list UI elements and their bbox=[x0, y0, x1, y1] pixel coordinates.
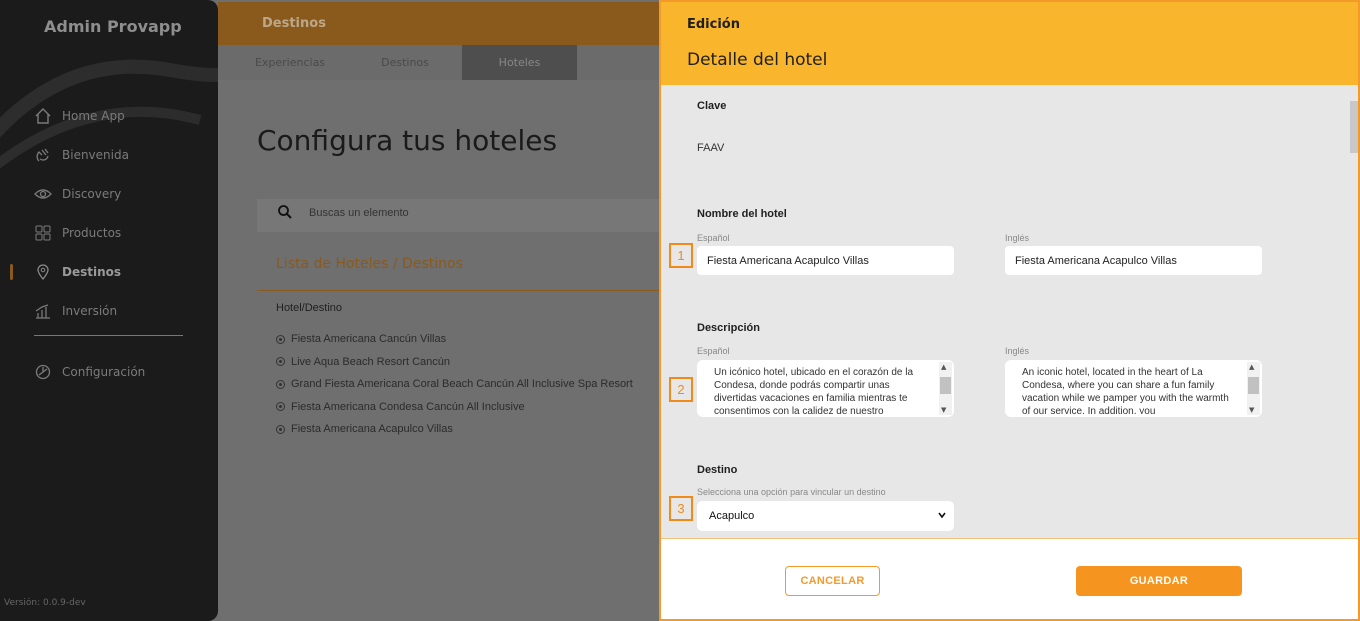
hotel-list: Fiesta Americana Cancún Villas Live Aqua… bbox=[276, 328, 633, 441]
tab-hoteles[interactable]: Hoteles bbox=[462, 45, 577, 80]
destino-selected-value: Acapulco bbox=[709, 510, 755, 522]
panel-kicker: Edición bbox=[687, 17, 740, 32]
list-item[interactable]: Fiesta Americana Condesa Cancún All Incl… bbox=[276, 396, 633, 419]
panel-form: Clave FAAV Nombre del hotel Español Ingl… bbox=[661, 85, 1358, 538]
main-content: Destinos Experiencias Destinos Hoteles C… bbox=[218, 0, 660, 621]
list-title: Lista de Hoteles / Destinos bbox=[276, 256, 463, 272]
panel-header: Edición Detalle del hotel bbox=[661, 2, 1358, 85]
panel-footer: CANCELAR GUARDAR bbox=[661, 538, 1358, 619]
hand-wave-icon bbox=[34, 146, 52, 164]
descripcion-es-textarea[interactable]: Un icónico hotel, ubicado en el corazón … bbox=[697, 360, 954, 417]
hotel-name: Live Aqua Beach Resort Cancún bbox=[291, 355, 450, 368]
annotation-badge-3: 3 bbox=[669, 496, 693, 521]
page-title: Configura tus hoteles bbox=[257, 124, 558, 157]
hotel-edit-panel: Edición Detalle del hotel Clave FAAV Nom… bbox=[659, 0, 1360, 621]
grid-icon bbox=[34, 224, 52, 242]
sidebar-item-label: Discovery bbox=[62, 186, 122, 201]
sidebar-divider bbox=[34, 335, 183, 336]
nombre-es-label: Español bbox=[697, 233, 730, 243]
main-header: Destinos bbox=[218, 2, 660, 45]
sidebar-item-label: Destinos bbox=[62, 264, 122, 279]
brand-title: Admin Provapp bbox=[44, 17, 182, 36]
textarea-scrollbar[interactable]: ▲ ▼ bbox=[1247, 362, 1260, 415]
list-item[interactable]: Grand Fiesta Americana Coral Beach Cancú… bbox=[276, 373, 633, 396]
expand-bullet-icon bbox=[276, 334, 285, 344]
destino-select[interactable]: Acapulco bbox=[697, 501, 954, 531]
sidebar-item-discovery[interactable]: Discovery bbox=[0, 174, 218, 213]
list-item[interactable]: Live Aqua Beach Resort Cancún bbox=[276, 351, 633, 374]
eye-icon bbox=[34, 185, 52, 203]
settings-icon bbox=[34, 363, 52, 381]
scroll-up-icon[interactable]: ▲ bbox=[941, 363, 946, 371]
hotel-name: Grand Fiesta Americana Coral Beach Cancú… bbox=[291, 378, 633, 391]
search-input[interactable] bbox=[309, 207, 609, 219]
version-label: Versión: 0.0.9-dev bbox=[4, 598, 86, 608]
tab-experiencias[interactable]: Experiencias bbox=[244, 45, 336, 80]
location-pin-icon bbox=[34, 263, 52, 281]
hotel-name: Fiesta Americana Condesa Cancún All Incl… bbox=[291, 400, 525, 413]
search-bar bbox=[257, 199, 660, 232]
sidebar-config-group: Configuración bbox=[0, 352, 218, 391]
clave-value: FAAV bbox=[697, 142, 725, 154]
sidebar-item-home-app[interactable]: Home App bbox=[0, 96, 218, 135]
chevron-down-icon bbox=[938, 512, 946, 519]
save-button[interactable]: GUARDAR bbox=[1076, 566, 1242, 596]
panel-scrollbar[interactable] bbox=[1350, 85, 1358, 538]
descripcion-es-label: Español bbox=[697, 346, 730, 356]
descripcion-label: Descripción bbox=[697, 322, 760, 334]
hotel-name: Fiesta Americana Acapulco Villas bbox=[291, 423, 453, 436]
sidebar-item-label: Bienvenida bbox=[62, 147, 129, 162]
sidebar-nav: Home App Bienvenida Discovery Productos … bbox=[0, 96, 218, 330]
expand-bullet-icon bbox=[276, 379, 285, 389]
sidebar-item-destinos[interactable]: Destinos bbox=[0, 252, 218, 291]
sidebar-item-productos[interactable]: Productos bbox=[0, 213, 218, 252]
destino-label: Destino bbox=[697, 464, 738, 476]
sidebar: Admin Provapp Home App Bienvenida Discov… bbox=[0, 0, 218, 621]
tab-bar: Experiencias Destinos Hoteles bbox=[218, 45, 660, 80]
home-icon bbox=[34, 107, 52, 125]
sidebar-item-configuracion[interactable]: Configuración bbox=[0, 352, 218, 391]
bar-chart-icon bbox=[34, 302, 52, 320]
hotel-name: Fiesta Americana Cancún Villas bbox=[291, 333, 447, 346]
nombre-es-input[interactable] bbox=[697, 246, 954, 275]
descripcion-en-textarea[interactable]: An iconic hotel, located in the heart of… bbox=[1005, 360, 1262, 417]
column-header: Hotel/Destino bbox=[276, 302, 343, 314]
descripcion-en-label: Inglés bbox=[1005, 346, 1030, 356]
tab-destinos[interactable]: Destinos bbox=[368, 45, 442, 80]
textarea-scrollbar[interactable]: ▲ ▼ bbox=[939, 362, 952, 415]
scroll-thumb[interactable] bbox=[940, 377, 951, 394]
main-header-title: Destinos bbox=[262, 16, 326, 31]
scroll-thumb[interactable] bbox=[1248, 377, 1259, 394]
cancel-button[interactable]: CANCELAR bbox=[785, 566, 880, 596]
sidebar-item-inversion[interactable]: Inversión bbox=[0, 291, 218, 330]
clave-label: Clave bbox=[697, 100, 727, 112]
expand-bullet-icon bbox=[276, 424, 285, 434]
annotation-badge-2: 2 bbox=[669, 377, 693, 402]
expand-bullet-icon bbox=[276, 402, 285, 412]
scroll-down-icon[interactable]: ▼ bbox=[1249, 406, 1254, 414]
list-item[interactable]: Fiesta Americana Cancún Villas bbox=[276, 328, 633, 351]
annotation-badge-1: 1 bbox=[669, 243, 693, 268]
nombre-en-label: Inglés bbox=[1005, 233, 1030, 243]
search-icon bbox=[278, 205, 292, 219]
descripcion-es-text: Un icónico hotel, ubicado en el corazón … bbox=[714, 367, 914, 414]
scroll-down-icon[interactable]: ▼ bbox=[941, 406, 946, 414]
list-divider bbox=[257, 290, 660, 291]
expand-bullet-icon bbox=[276, 357, 285, 367]
nombre-en-input[interactable] bbox=[1005, 246, 1262, 275]
nombre-label: Nombre del hotel bbox=[697, 208, 787, 220]
descripcion-en-text: An iconic hotel, located in the heart of… bbox=[1022, 367, 1229, 414]
sidebar-item-label: Configuración bbox=[62, 364, 146, 379]
sidebar-item-label: Inversión bbox=[62, 303, 118, 318]
sidebar-item-bienvenida[interactable]: Bienvenida bbox=[0, 135, 218, 174]
sidebar-item-label: Home App bbox=[62, 108, 125, 123]
sidebar-item-label: Productos bbox=[62, 225, 122, 240]
destino-hint: Selecciona una opción para vincular un d… bbox=[697, 487, 886, 497]
panel-scroll-thumb[interactable] bbox=[1350, 101, 1358, 153]
list-item[interactable]: Fiesta Americana Acapulco Villas bbox=[276, 418, 633, 441]
scroll-up-icon[interactable]: ▲ bbox=[1249, 363, 1254, 371]
panel-title: Detalle del hotel bbox=[687, 50, 828, 70]
